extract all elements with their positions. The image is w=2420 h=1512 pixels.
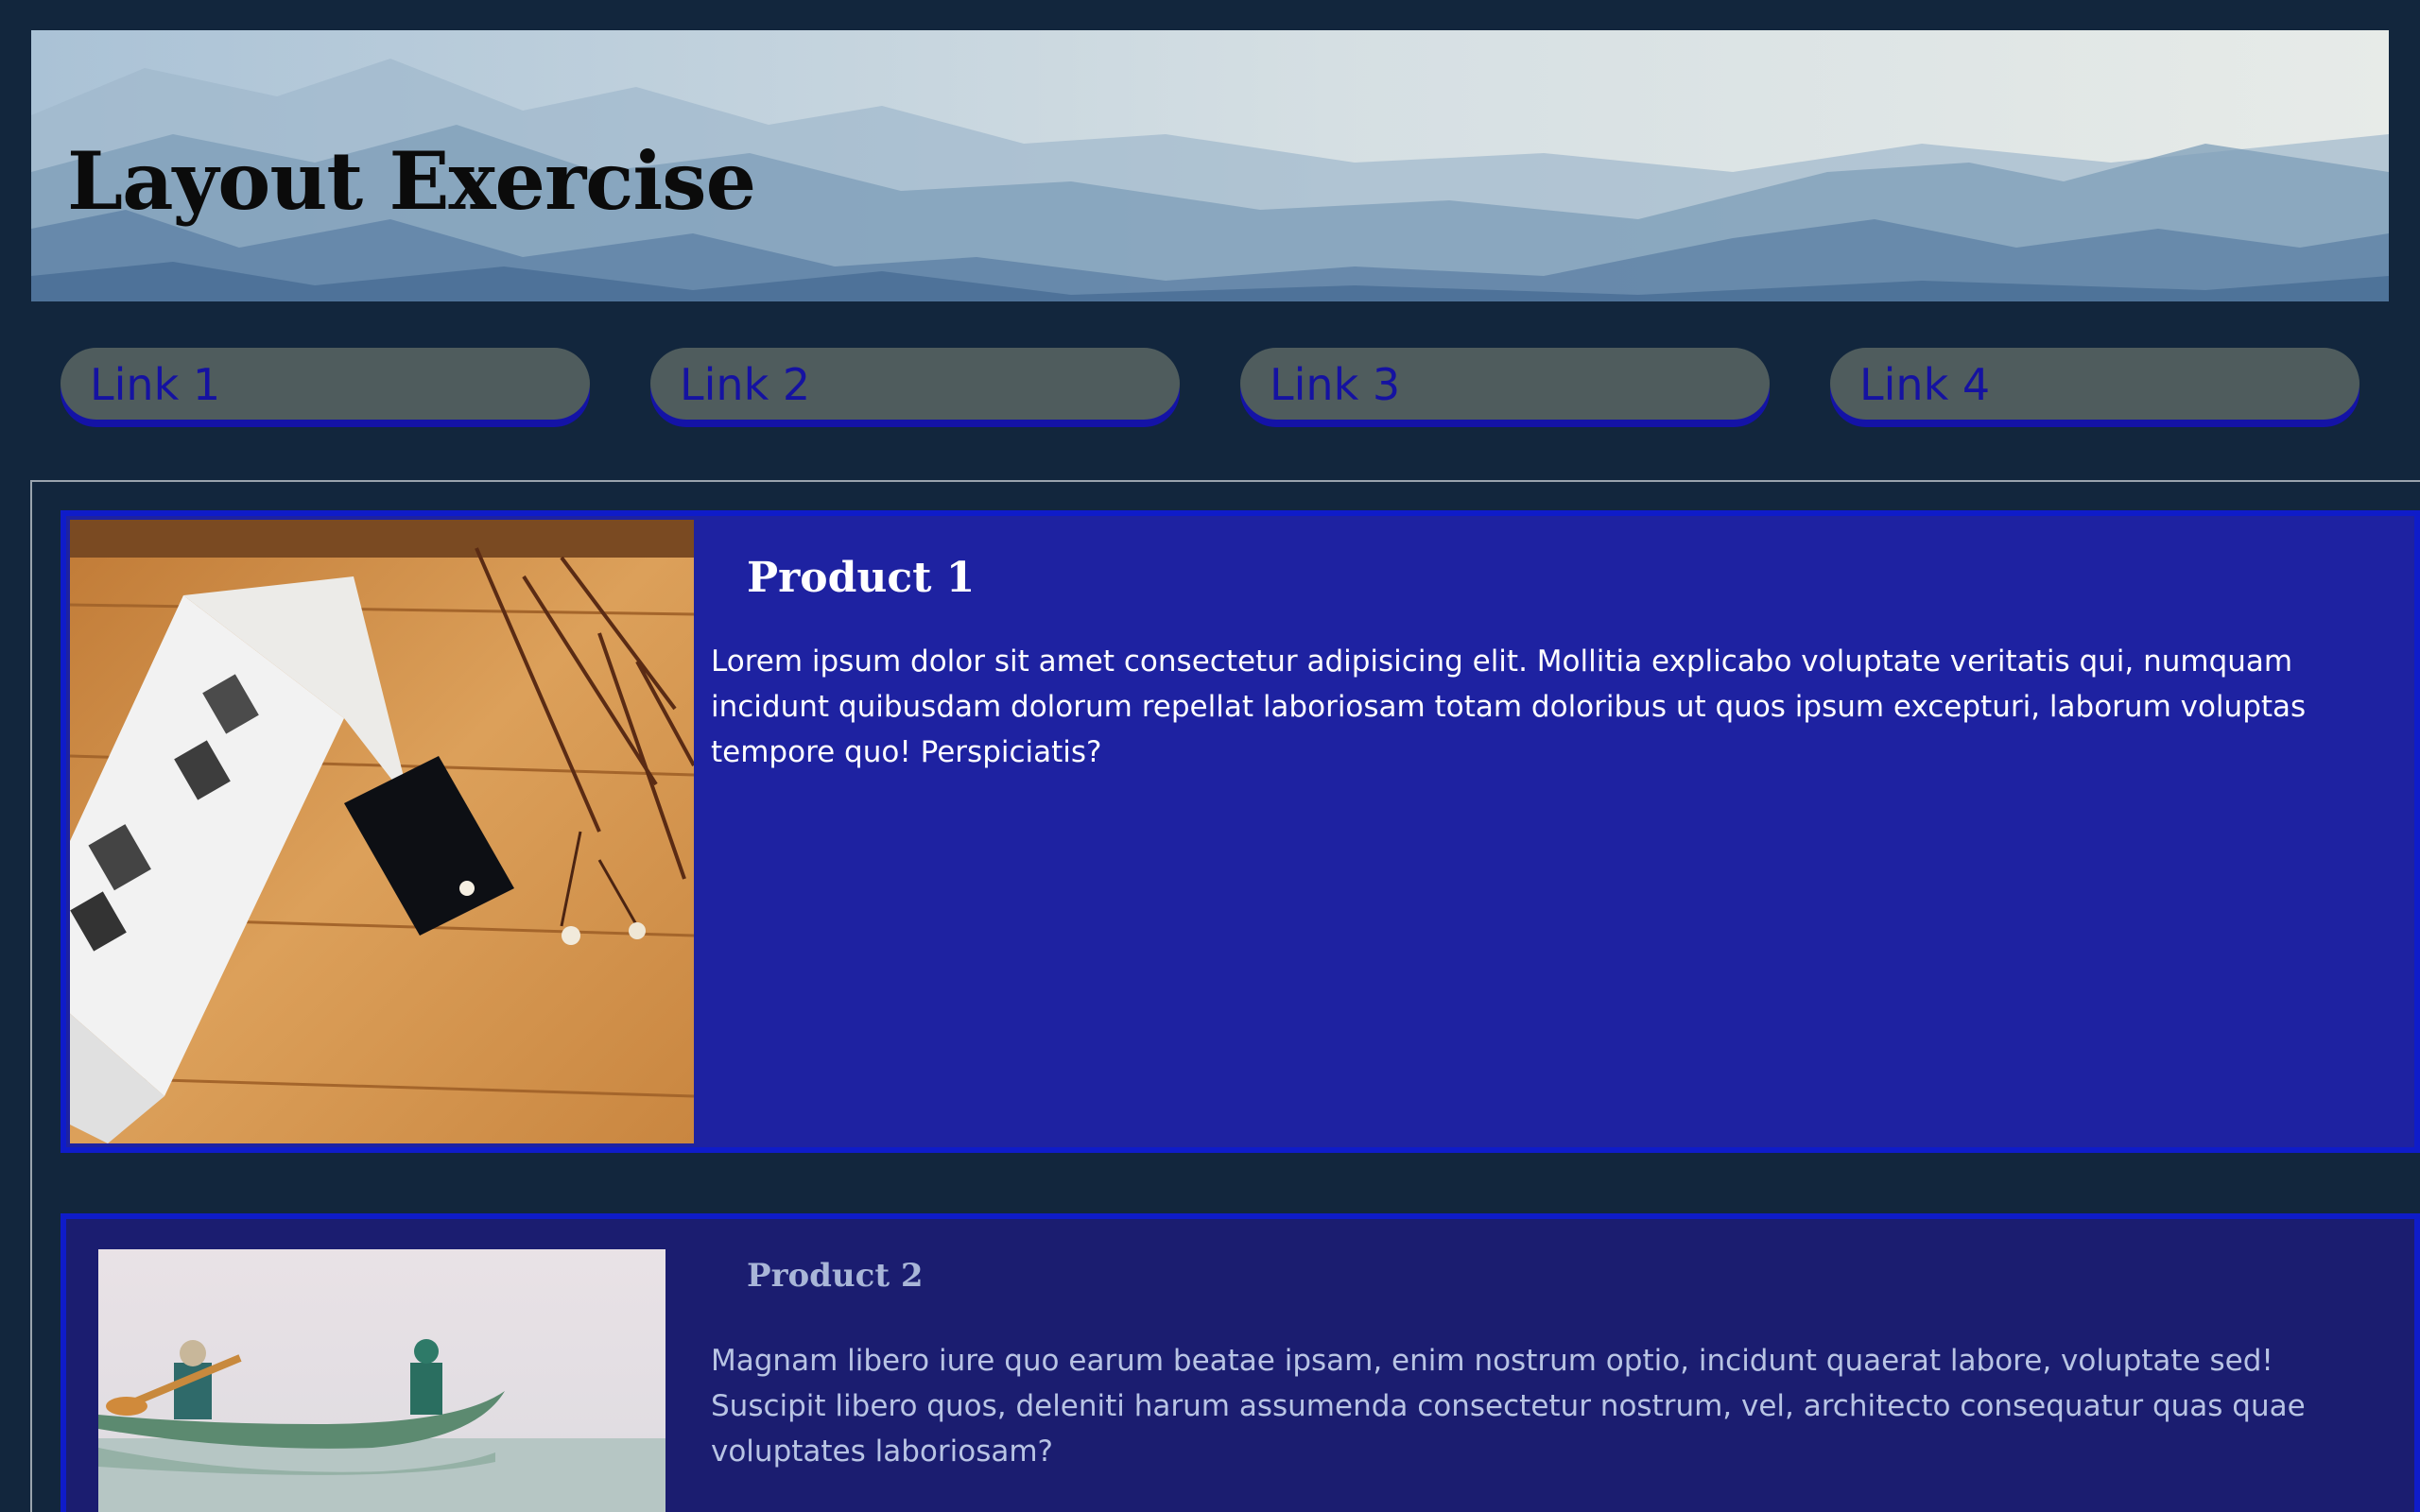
product-description: Magnam libero iure quo earum beatae ipsa… [711,1344,2306,1469]
nav-link-label: Link 4 [1859,359,1991,410]
nav-link-1[interactable]: Link 1 [60,348,590,420]
product-title: Product 2 [747,1257,924,1295]
nav-link-label: Link 2 [680,359,811,410]
nav-link-2[interactable]: Link 2 [650,348,1180,420]
nav-link-label: Link 3 [1270,359,1401,410]
header-banner: Layout Exercise [31,30,2389,301]
product-image [70,520,694,1143]
product-description: Lorem ipsum dolor sit amet consectetur a… [711,644,2307,769]
nav-link-3[interactable]: Link 3 [1240,348,1770,420]
book-on-table-image [70,520,694,1143]
product-card: Product 2 Magnam libero iure quo earum b… [60,1213,2420,1512]
canoe-image [98,1249,666,1512]
nav-link-label: Link 1 [90,359,221,410]
nav-link-4[interactable]: Link 4 [1830,348,2360,420]
product-title: Product 1 [747,554,976,602]
nav-bar: Link 1 Link 2 Link 3 Link 4 [0,348,2420,438]
product-card: Product 1 Lorem ipsum dolor sit amet con… [60,510,2420,1153]
page-title: Layout Exercise [67,134,756,228]
product-image [98,1249,666,1512]
